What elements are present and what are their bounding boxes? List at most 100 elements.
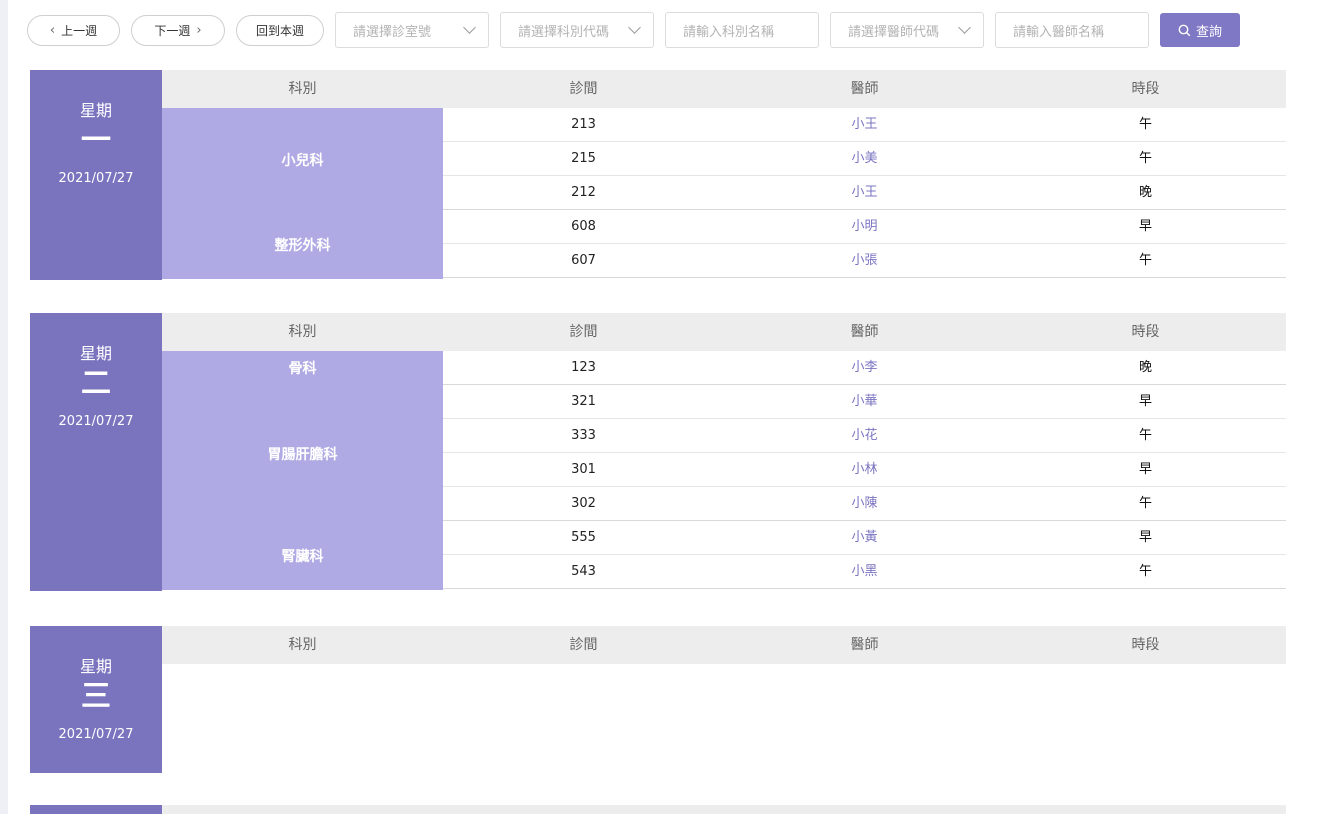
column-header-dept: 科別 bbox=[288, 81, 317, 97]
time-slot-cell: 午 bbox=[1138, 428, 1152, 443]
next-week-button[interactable]: 下一週 › bbox=[131, 15, 225, 46]
column-header-doctor: 醫師 bbox=[850, 324, 879, 340]
doctor-link[interactable]: 小林 bbox=[724, 453, 1005, 486]
time-slot-cell: 早 bbox=[1138, 462, 1152, 477]
room-cell: 555 bbox=[571, 530, 596, 545]
table-row: 302 小陳 午 bbox=[443, 487, 1286, 521]
doctor-link[interactable]: 小明 bbox=[724, 210, 1005, 243]
table-row: 543 小黑 午 bbox=[443, 555, 1286, 589]
room-cell: 301 bbox=[571, 462, 596, 477]
time-slot-cell: 早 bbox=[1138, 394, 1152, 409]
room-cell: 215 bbox=[571, 151, 596, 166]
day-sidebar: 星期二 2021/07/27 bbox=[30, 313, 162, 591]
day-sidebar bbox=[30, 805, 162, 814]
day-block: 星期三 2021/07/27 科別 診間 醫師 時段 bbox=[30, 626, 1286, 773]
dept-code-select-placeholder: 請選擇科別代碼 bbox=[518, 24, 610, 40]
column-header-slot: 時段 bbox=[1131, 81, 1160, 97]
room-select-placeholder: 請選擇診室號 bbox=[353, 24, 432, 40]
doctor-link[interactable]: 小黑 bbox=[724, 555, 1005, 588]
dept-code-select[interactable]: 請選擇科別代碼 bbox=[500, 12, 654, 48]
dept-cell: 小兒科 bbox=[162, 108, 443, 212]
room-select[interactable]: 請選擇診室號 bbox=[335, 12, 489, 48]
column-header-doctor: 醫師 bbox=[850, 637, 879, 653]
table-row: 321 小華 早 bbox=[443, 385, 1286, 419]
dept-name-input-placeholder: 請輸入科別名稱 bbox=[683, 24, 775, 40]
weekday-label: 星期 bbox=[79, 657, 112, 676]
table-header bbox=[162, 805, 1286, 814]
weekday-number: 二 bbox=[81, 366, 111, 401]
day-date: 2021/07/27 bbox=[58, 171, 134, 186]
doctor-link[interactable]: 小張 bbox=[724, 244, 1005, 277]
doctor-link[interactable]: 小陳 bbox=[724, 487, 1005, 520]
search-button[interactable]: 查詢 bbox=[1160, 13, 1240, 47]
chevron-down-icon bbox=[628, 21, 641, 34]
prev-week-label: 上一週 bbox=[61, 24, 98, 38]
table-header: 科別 診間 醫師 時段 bbox=[162, 626, 1286, 664]
next-day-block-partial bbox=[30, 805, 1286, 814]
day-block: 星期一 2021/07/27 科別 診間 醫師 時段 小兒科 213 小王午 215 小美午 212 小… bbox=[30, 70, 1286, 280]
doctor-name-input[interactable]: 請輸入醫師名稱 bbox=[995, 12, 1149, 48]
dept-cell: 骨科 bbox=[162, 351, 443, 386]
time-slot-cell: 晚 bbox=[1138, 185, 1152, 200]
room-cell: 607 bbox=[571, 253, 596, 268]
table-row: 213 小王 午 bbox=[443, 108, 1286, 142]
search-button-label: 查詢 bbox=[1195, 24, 1222, 40]
back-to-this-week-button[interactable]: 回到本週 bbox=[236, 15, 324, 46]
table-row: 123 小李 晚 bbox=[443, 351, 1286, 385]
doctor-link[interactable]: 小黃 bbox=[724, 521, 1005, 554]
doctor-link[interactable]: 小王 bbox=[724, 108, 1005, 141]
weekday-label: 星期 bbox=[79, 101, 112, 120]
chevron-down-icon bbox=[463, 21, 476, 34]
column-header-room: 診間 bbox=[569, 324, 598, 340]
room-cell: 543 bbox=[571, 564, 596, 579]
dept-cell: 整形外科 bbox=[162, 210, 443, 280]
time-slot-cell: 午 bbox=[1138, 253, 1152, 268]
table-row: 608 小明 早 bbox=[443, 210, 1286, 244]
doctor-link[interactable]: 小美 bbox=[724, 142, 1005, 175]
table-row: 215 小美 午 bbox=[443, 142, 1286, 176]
time-slot-cell: 午 bbox=[1138, 496, 1152, 511]
chevron-left-icon: ‹ bbox=[49, 23, 56, 38]
doctor-name-input-placeholder: 請輸入醫師名稱 bbox=[1013, 24, 1105, 40]
left-edge-strip bbox=[0, 0, 8, 814]
table-row: 555 小黃 早 bbox=[443, 521, 1286, 555]
column-header-dept: 科別 bbox=[288, 324, 317, 340]
dept-cell: 胃腸肝膽科 bbox=[162, 385, 443, 523]
column-header-room: 診間 bbox=[569, 637, 598, 653]
weekday-number: 一 bbox=[81, 123, 111, 158]
table-row: 607 小張 午 bbox=[443, 244, 1286, 278]
column-header-room: 診間 bbox=[569, 81, 598, 97]
time-slot-cell: 早 bbox=[1138, 219, 1152, 234]
room-cell: 333 bbox=[571, 428, 596, 443]
dept-name-input[interactable]: 請輸入科別名稱 bbox=[665, 12, 819, 48]
time-slot-cell: 午 bbox=[1138, 564, 1152, 579]
day-block: 星期二 2021/07/27 科別 診間 醫師 時段 骨科 123 小李晚胃腸肝膽科 321 小華早… bbox=[30, 313, 1286, 591]
column-header-slot: 時段 bbox=[1131, 637, 1160, 653]
prev-week-button[interactable]: ‹ 上一週 bbox=[27, 15, 120, 46]
room-cell: 321 bbox=[571, 394, 596, 409]
search-icon bbox=[1178, 24, 1191, 36]
chevron-right-icon: › bbox=[196, 23, 202, 38]
table-row: 333 小花 午 bbox=[443, 419, 1286, 453]
weekday-label: 星期 bbox=[79, 344, 112, 363]
column-header-slot: 時段 bbox=[1131, 324, 1160, 340]
doctor-link[interactable]: 小李 bbox=[724, 351, 1005, 384]
table-header: 科別 診間 醫師 時段 bbox=[162, 313, 1286, 351]
table-header: 科別 診間 醫師 時段 bbox=[162, 70, 1286, 108]
this-week-label: 回到本週 bbox=[255, 24, 304, 38]
room-cell: 212 bbox=[571, 185, 596, 200]
doctor-link[interactable]: 小花 bbox=[724, 419, 1005, 452]
dept-cell: 腎臟科 bbox=[162, 521, 443, 591]
doctor-link[interactable]: 小華 bbox=[724, 385, 1005, 418]
weekday-number: 三 bbox=[81, 679, 111, 714]
day-sidebar: 星期三 2021/07/27 bbox=[30, 626, 162, 773]
doctor-link[interactable]: 小王 bbox=[724, 176, 1005, 209]
table-row: 212 小王 晚 bbox=[443, 176, 1286, 210]
doctor-code-select[interactable]: 請選擇醫師代碼 bbox=[830, 12, 984, 48]
next-week-label: 下一週 bbox=[154, 24, 191, 38]
room-cell: 213 bbox=[571, 117, 596, 132]
room-cell: 302 bbox=[571, 496, 596, 511]
column-header-dept: 科別 bbox=[288, 637, 317, 653]
room-cell: 123 bbox=[571, 360, 596, 375]
time-slot-cell: 晚 bbox=[1138, 360, 1152, 375]
